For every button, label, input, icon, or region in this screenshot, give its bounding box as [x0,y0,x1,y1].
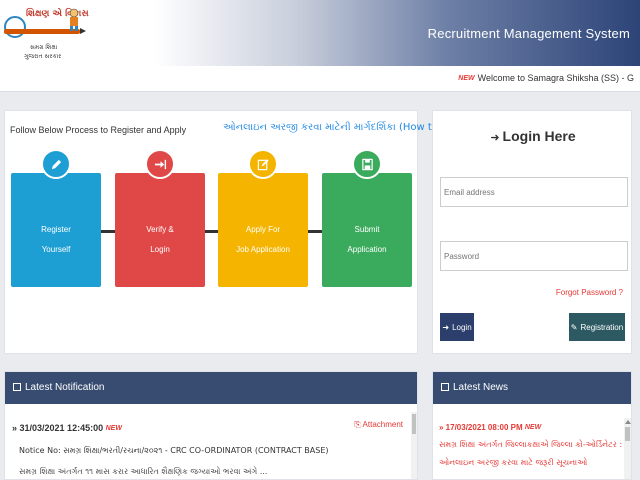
new-badge: NEW [105,425,122,432]
sign-in-icon: ➜ [442,322,450,332]
news-item[interactable]: સમગ્ર શિક્ષા અંતર્ગત જિલ્લાકક્ષાએ જિલ્લા… [439,440,622,450]
step-label: Register [41,225,71,234]
logo-subtitle-2: ગુજરાત સરકાર [24,53,62,60]
notification-scrollbar[interactable] [411,412,417,479]
edit-icon [248,149,278,179]
logo-ring-icon [4,16,26,38]
scroll-up-icon[interactable] [625,420,631,424]
attachment-link[interactable]: ⎘ Attachment [354,420,403,430]
news-ticker: NEW Welcome to Samagra Shiksha (SS) - G [0,66,640,92]
step-register[interactable]: Register Yourself [11,149,101,287]
news-header: Latest News [433,372,631,404]
forgot-password-link[interactable]: Forgot Password ? [556,288,623,297]
edit-icon: ✎ [570,322,578,332]
step-submit[interactable]: Submit Application [322,149,412,287]
notification-title: Latest Notification [25,382,105,393]
news-scrollbar[interactable] [624,418,631,479]
process-panel: Follow Below Process to Register and App… [4,110,479,354]
step-label: Apply For [245,225,281,234]
step-label-2: Yourself [41,245,71,254]
news-title: Latest News [453,382,509,393]
pencil-icon [41,149,71,179]
step-label-2: Job Application [236,245,290,254]
list-icon [13,383,21,391]
ticker-item[interactable]: NEW Welcome to Samagra Shiksha (SS) - G [458,73,634,83]
step-label: Submit [354,225,380,234]
page-header: શિક્ષણ એ વિકાસ સમગ્ર શિક્ષા ગુજરાત સરકાર… [0,0,640,66]
logo[interactable]: શિક્ષણ એ વિકાસ સમગ્ર શિક્ષા ગુજરાત સરકાર [2,4,89,62]
notification-header: Latest Notification [5,372,417,404]
news-date: » 17/03/2021 08:00 PM NEW [439,423,542,432]
new-badge: NEW [458,75,475,82]
login-button-label: Login [452,322,472,332]
step-label-2: Login [150,245,170,254]
email-input[interactable] [440,177,628,207]
logo-subtitle: સમગ્ર શિક્ષા [30,44,58,51]
step-label-2: Application [347,245,387,254]
notification-panel: Latest Notification » 31/03/2021 12:45:0… [4,371,418,480]
child-icon [69,8,79,31]
registration-button-label: Registration [580,322,624,332]
password-input[interactable] [440,241,628,271]
process-heading: Follow Below Process to Register and App… [10,125,187,135]
ticker-text: Welcome to Samagra Shiksha (SS) - G [477,73,634,83]
step-label: Verify & [146,225,174,234]
news-panel: Latest News » 17/03/2021 08:00 PM NEW સમ… [432,371,632,480]
login-panel: ➜Login Here Forgot Password ? ➜Login ✎Re… [432,110,632,354]
registration-button[interactable]: ✎ Registration [569,313,625,341]
app-title: Recruitment Management System [427,26,630,41]
save-icon [352,149,382,179]
login-title: ➜ Login Here [490,128,576,144]
list-icon [441,383,449,391]
login-button[interactable]: ➜ Login [440,313,474,341]
notification-subject[interactable]: Notice No: સમગ્ર શિક્ષા/ભરતી/રચના/૨૦૨૧ -… [19,446,329,456]
attachment-icon: ⎘ [354,420,361,429]
step-apply[interactable]: Apply For Job Application [218,149,308,287]
login-icon [145,149,175,179]
sign-in-icon: ➜ [490,132,500,144]
notification-description: સમગ્ર શિક્ષા અંતર્ગત ૧૧ માસ કરાર આધારિત … [19,467,268,476]
notification-date: » 31/03/2021 12:45:00 NEW [12,423,122,433]
step-verify-login[interactable]: Verify & Login [115,149,205,287]
new-badge: NEW [524,424,542,431]
news-item-2[interactable]: ઓનલાઇન અરજી કરવા માટે જરૂરી સૂચનાઓ [439,458,587,468]
